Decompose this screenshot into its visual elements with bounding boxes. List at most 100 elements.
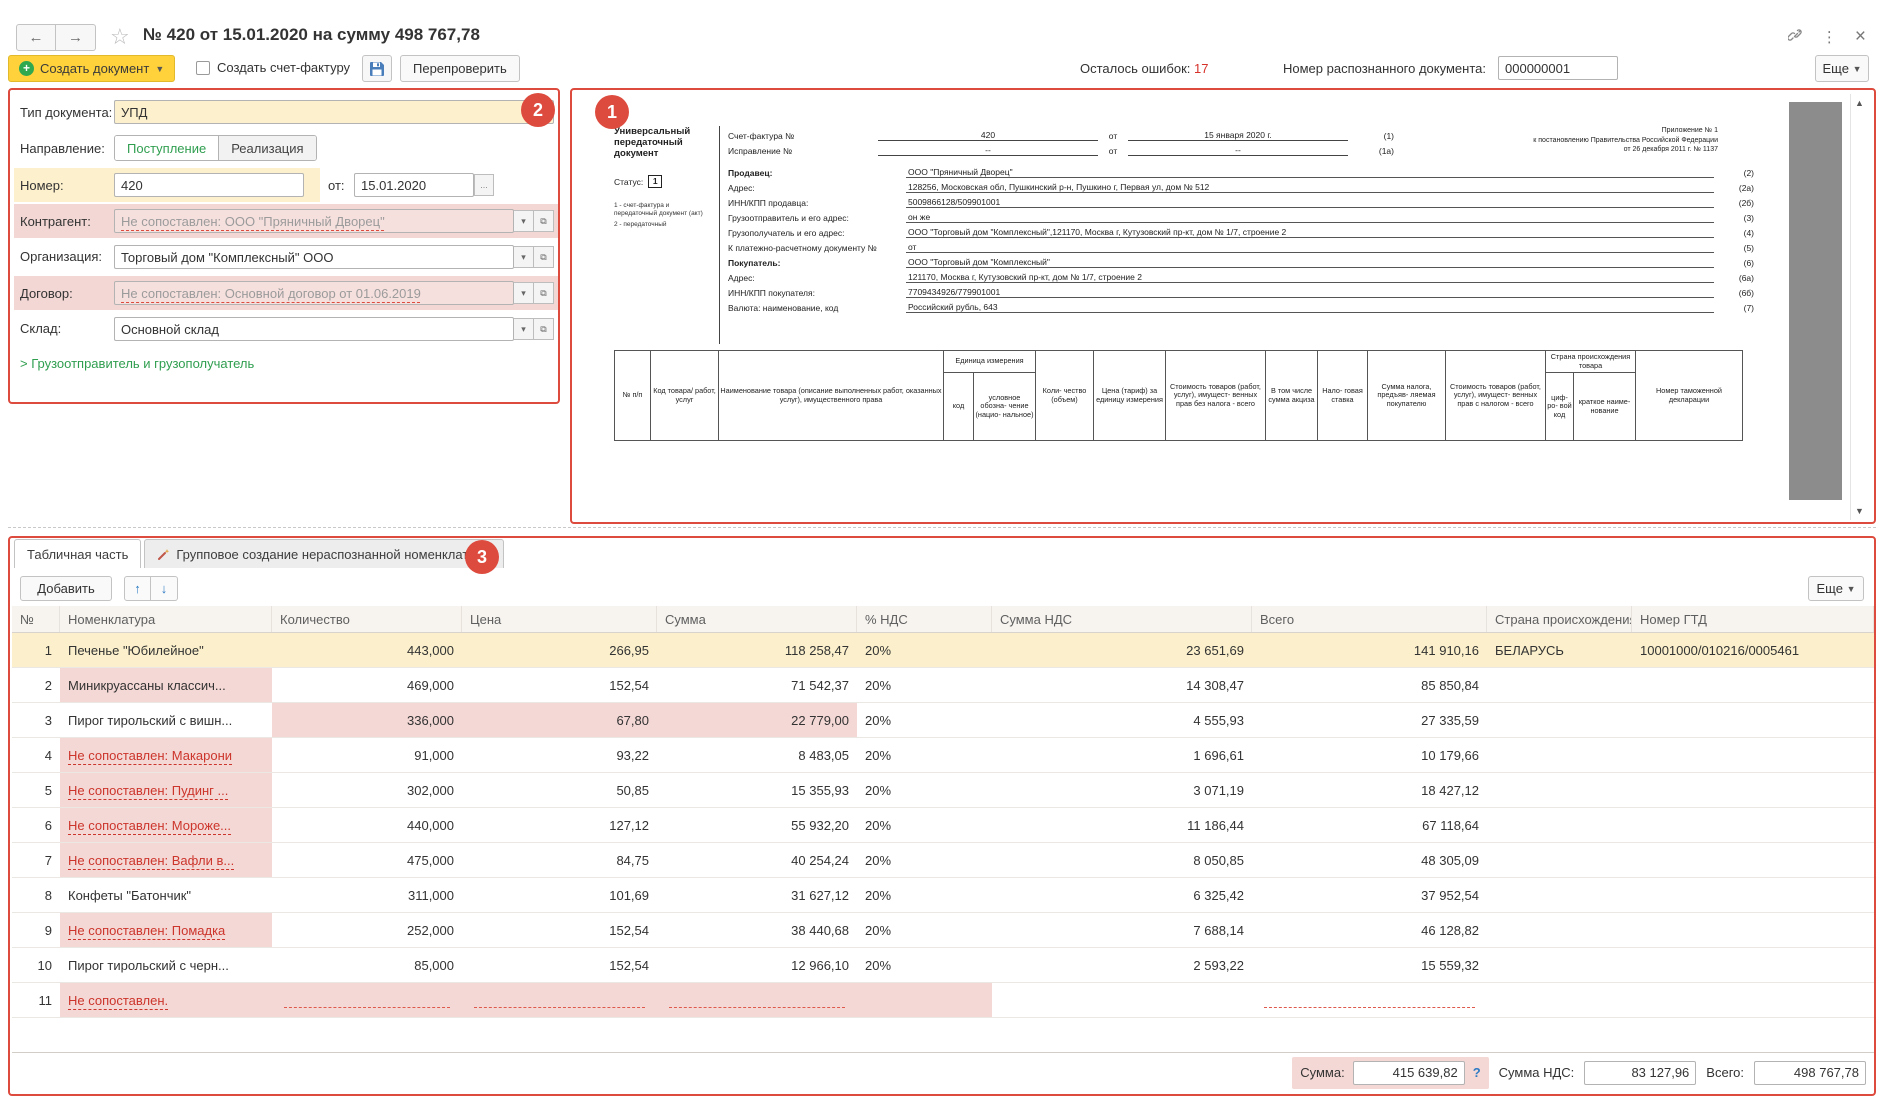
table-cell: 20% — [857, 773, 992, 807]
col-country[interactable]: Страна происхождения — [1487, 606, 1632, 632]
col-vat-sum[interactable]: Сумма НДС — [992, 606, 1252, 632]
contract-open-button[interactable]: ⧉ — [534, 282, 554, 304]
table-cell — [1632, 983, 1874, 1017]
doc-type-input[interactable]: УПД — [114, 100, 554, 124]
table-row[interactable]: 3Пирог тирольский с вишн...336,00067,802… — [12, 703, 1874, 738]
table-row[interactable]: 11Не сопоставлен. — [12, 983, 1874, 1018]
table-row[interactable]: 5Не сопоставлен: Пудинг ...302,00050,851… — [12, 773, 1874, 808]
get-link-icon[interactable] — [1788, 27, 1804, 47]
scroll-up-icon[interactable]: ▲ — [1855, 98, 1864, 108]
tabular-section-panel: Табличная часть Групповое создание нерас… — [8, 536, 1876, 1096]
tabs: Табличная часть Групповое создание нерас… — [14, 539, 507, 568]
table-row[interactable]: 9Не сопоставлен: Помадка252,000152,5438 … — [12, 913, 1874, 948]
table-cell: Не сопоставлен: Мороже... — [60, 808, 272, 842]
tab-group-creation-label: Групповое создание нераспознанной номенк… — [176, 547, 491, 562]
table-cell: 15 355,93 — [657, 773, 857, 807]
table-cell: 93,22 — [462, 738, 657, 772]
table-cell: 20% — [857, 633, 992, 667]
appendix-note: Приложение № 1 к постановлению Правитель… — [1533, 126, 1718, 155]
recognized-number-input[interactable]: 000000001 — [1498, 56, 1618, 80]
table-cell: 20% — [857, 843, 992, 877]
grand-total-value: 498 767,78 — [1794, 1065, 1859, 1080]
counterparty-dropdown-button[interactable]: ▾ — [514, 210, 534, 232]
table-cell: 10 — [12, 948, 60, 982]
table-row[interactable]: 1Печенье "Юбилейное"443,000266,95118 258… — [12, 633, 1874, 668]
upd-main-column: Приложение № 1 к постановлению Правитель… — [720, 126, 1754, 344]
create-document-button[interactable]: + Создать документ ▼ — [8, 55, 175, 82]
create-invoice-checkbox[interactable]: Создать счет-фактуру — [196, 60, 350, 75]
warehouse-input[interactable]: Основной склад — [114, 317, 514, 341]
table-cell: 20% — [857, 703, 992, 737]
forward-button[interactable]: → — [56, 24, 96, 51]
open-link-icon: ⧉ — [540, 252, 546, 263]
table-row[interactable]: 7Не сопоставлен: Вафли в...475,00084,754… — [12, 843, 1874, 878]
grand-total-input[interactable]: 498 767,78 — [1754, 1061, 1866, 1085]
preview-scrollbar[interactable]: ▲ ▼ — [1850, 94, 1872, 520]
ellipsis-icon: ... — [480, 180, 488, 190]
date-input[interactable]: 15.01.2020 — [354, 173, 474, 197]
col-gtd[interactable]: Номер ГТД — [1632, 606, 1874, 632]
vat-total-input[interactable]: 83 127,96 — [1584, 1061, 1696, 1085]
number-input[interactable]: 420 — [114, 173, 304, 197]
table-cell: Не сопоставлен: Помадка — [60, 913, 272, 947]
table-cell: Не сопоставлен: Макарони — [60, 738, 272, 772]
contract-input[interactable]: Не сопоставлен: Основной договор от 01.0… — [114, 281, 514, 305]
scroll-down-icon[interactable]: ▼ — [1855, 506, 1864, 516]
col-nomenclature[interactable]: Номенклатура — [60, 606, 272, 632]
favorite-star-icon[interactable]: ☆ — [110, 24, 130, 50]
table-cell: 85 850,84 — [1252, 668, 1487, 702]
recheck-button[interactable]: Перепроверить — [400, 55, 520, 82]
counterparty-input[interactable]: Не сопоставлен: ООО "Пряничный Дворец" — [114, 209, 514, 233]
organization-dropdown-button[interactable]: ▾ — [514, 246, 534, 268]
help-icon[interactable]: ? — [1473, 1065, 1481, 1080]
table-cell: 37 952,54 — [1252, 878, 1487, 912]
table-cell: 48 305,09 — [1252, 843, 1487, 877]
col-quantity[interactable]: Количество — [272, 606, 462, 632]
correction-line: Исправление № -- от -- (1а) — [728, 141, 1518, 156]
back-button[interactable]: ← — [16, 24, 56, 51]
col-vat-percent[interactable]: % НДС — [857, 606, 992, 632]
recognized-number-label: Номер распознанного документа: — [1283, 61, 1486, 76]
add-row-button[interactable]: Добавить — [20, 576, 112, 601]
move-up-button[interactable]: ↑ — [124, 576, 151, 601]
move-down-button[interactable]: ↓ — [151, 576, 178, 601]
table-cell: 127,12 — [462, 808, 657, 842]
upd-info-row: Грузополучатель и его адрес:ООО "Торговы… — [728, 223, 1754, 238]
table-cell — [272, 983, 462, 1017]
organization-input[interactable]: Торговый дом "Комплексный" ООО — [114, 245, 514, 269]
save-button[interactable] — [362, 55, 392, 82]
shipper-consignee-link[interactable]: > Грузоотправитель и грузополучатель — [20, 356, 254, 371]
organization-open-button[interactable]: ⧉ — [534, 246, 554, 268]
table-row[interactable]: 6Не сопоставлен: Мороже...440,000127,125… — [12, 808, 1874, 843]
col-sum[interactable]: Сумма — [657, 606, 857, 632]
direction-in-button[interactable]: Поступление — [115, 136, 219, 160]
direction-out-button[interactable]: Реализация — [219, 136, 315, 160]
tab-group-creation[interactable]: Групповое создание нераспознанной номенк… — [144, 539, 504, 568]
more-button-top[interactable]: Еще ▼ — [1815, 55, 1869, 82]
chevron-down-icon: ▼ — [1853, 64, 1862, 74]
col-total[interactable]: Всего — [1252, 606, 1487, 632]
sum-total-input[interactable]: 415 639,82 — [1353, 1061, 1465, 1085]
warehouse-dropdown-button[interactable]: ▾ — [514, 318, 534, 340]
kebab-menu-icon[interactable]: ⋮ — [1822, 28, 1837, 46]
totals-footer: Сумма: 415 639,82 ? Сумма НДС: 83 127,96… — [12, 1052, 1874, 1092]
chevron-down-icon: ▾ — [521, 216, 526, 227]
close-icon[interactable]: × — [1855, 26, 1866, 48]
upd-info-row: Продавец:ООО "Пряничный Дворец"(2) — [728, 163, 1754, 178]
table-row[interactable]: 8Конфеты "Батончик"311,000101,6931 627,1… — [12, 878, 1874, 913]
table-row[interactable]: 2Миникруассаны классич...469,000152,5471… — [12, 668, 1874, 703]
checkbox-icon — [196, 61, 210, 75]
table-row[interactable]: 10Пирог тирольский с черн...85,000152,54… — [12, 948, 1874, 983]
table-cell: 443,000 — [272, 633, 462, 667]
table-cell — [857, 983, 992, 1017]
contract-dropdown-button[interactable]: ▾ — [514, 282, 534, 304]
col-price[interactable]: Цена — [462, 606, 657, 632]
more-button-grid[interactable]: Еще ▼ — [1808, 576, 1864, 601]
warehouse-open-button[interactable]: ⧉ — [534, 318, 554, 340]
date-picker-button[interactable]: ... — [474, 174, 494, 196]
counterparty-open-button[interactable]: ⧉ — [534, 210, 554, 232]
col-num[interactable]: № — [12, 606, 60, 632]
more-label: Еще — [1823, 61, 1849, 76]
tab-tabular-part[interactable]: Табличная часть — [14, 539, 141, 568]
table-row[interactable]: 4Не сопоставлен: Макарони91,00093,228 48… — [12, 738, 1874, 773]
